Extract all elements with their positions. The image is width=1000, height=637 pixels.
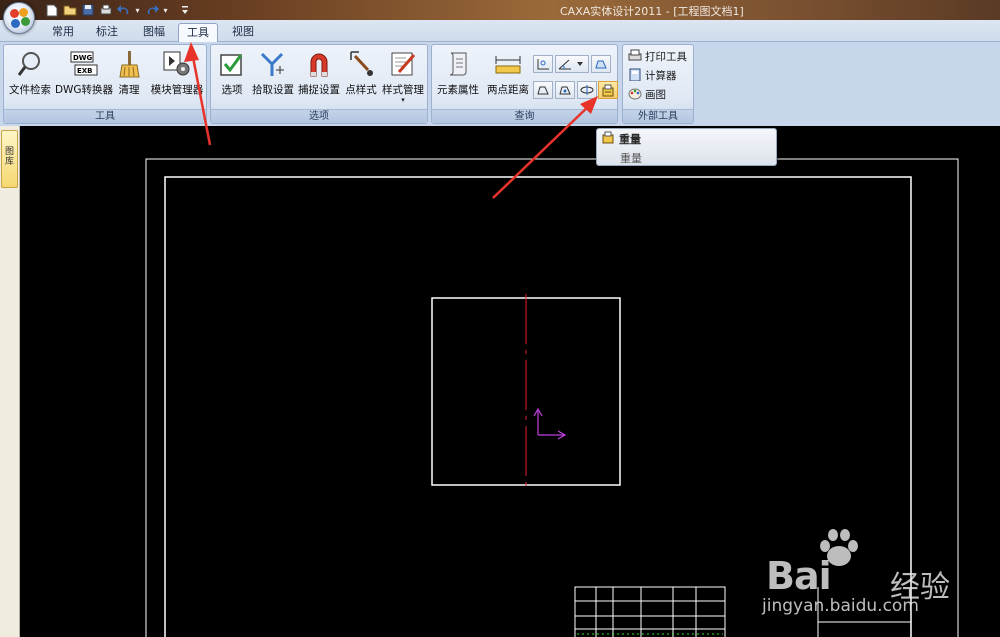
- chevron-down-icon: ▾: [401, 96, 405, 104]
- broom-icon: [114, 49, 144, 79]
- logo-petal-icon: [10, 9, 19, 18]
- quick-access-toolbar: ▾ ▾: [44, 2, 190, 18]
- customize-icon[interactable]: [180, 3, 190, 17]
- chevron-down-icon[interactable]: ▾: [134, 3, 141, 17]
- open-file-icon[interactable]: [62, 3, 77, 17]
- pick-settings-button[interactable]: 拾取设置: [251, 49, 295, 109]
- coordinate-icon[interactable]: [533, 55, 553, 73]
- style-manager-icon: [388, 49, 418, 79]
- magnifier-icon: [15, 49, 45, 79]
- inertia-icon[interactable]: [577, 81, 597, 99]
- watermark-url: jingyan.baidu.com: [762, 596, 919, 616]
- ucs-axis-icon: [533, 407, 567, 440]
- chevron-down-icon[interactable]: ▾: [162, 3, 169, 17]
- weight-icon[interactable]: [598, 81, 618, 99]
- logo-petal-icon: [19, 8, 28, 17]
- printer-icon: [628, 49, 642, 65]
- group-label: 工具: [4, 109, 206, 123]
- logo-petal-icon: [21, 17, 30, 26]
- tooltip-description: 重量: [620, 152, 642, 165]
- tab-annotate[interactable]: 标注: [88, 23, 126, 42]
- tab-tools[interactable]: 工具: [178, 23, 218, 42]
- cleanup-button[interactable]: 清理: [114, 49, 144, 109]
- weight-icon: [601, 131, 615, 147]
- module-gear-icon: [162, 49, 192, 79]
- logo-petal-icon: [11, 19, 20, 28]
- module-manager-button[interactable]: 模块管理器: [148, 49, 206, 109]
- print-tool-button[interactable]: 打印工具: [628, 48, 687, 65]
- two-point-distance-button[interactable]: 两点距离: [484, 49, 532, 109]
- area-icon[interactable]: [591, 55, 611, 73]
- distance-ruler-icon: [493, 49, 523, 79]
- angle-icon[interactable]: [555, 55, 589, 73]
- dwg-exb-icon: DWG EXB: [69, 49, 99, 79]
- checkbox-icon: [217, 49, 247, 79]
- watermark-brand: Bai: [766, 554, 832, 598]
- ribbon-tab-bar: 常用 标注 图幅 工具 视图: [0, 20, 1000, 42]
- perimeter-icon[interactable]: [533, 81, 553, 99]
- svg-text:EXB: EXB: [77, 67, 93, 75]
- calculator-icon: [628, 68, 642, 84]
- magnet-icon: [304, 49, 334, 79]
- centroid-icon[interactable]: [555, 81, 575, 99]
- window-title: CAXA实体设计2011 - [工程图文档1]: [560, 5, 744, 18]
- title-bar: ▾ ▾ CAXA实体设计2011 - [工程图文档1]: [0, 0, 1000, 20]
- group-label: 选项: [211, 109, 427, 123]
- snap-settings-button[interactable]: 捕捉设置: [297, 49, 341, 109]
- pick-filter-icon: [258, 49, 288, 79]
- paint-button[interactable]: 画图: [628, 86, 666, 103]
- element-properties-button[interactable]: 元素属性: [434, 49, 482, 109]
- query-group: 元素属性 两点距离 查询: [431, 44, 618, 124]
- ribbon: 文件检索 DWG EXB DWG转换器 清理 模块管理器 工具 选项 拾取设置 …: [0, 42, 1000, 126]
- print-icon[interactable]: [98, 3, 113, 17]
- style-manager-button[interactable]: 样式管理 ▾: [381, 49, 425, 109]
- side-panel: 图库: [0, 126, 20, 637]
- paint-icon: [628, 87, 642, 103]
- tooltip-title: 重量: [619, 133, 641, 146]
- options-button[interactable]: 选项: [216, 49, 248, 109]
- tools-group: 文件检索 DWG EXB DWG转换器 清理 模块管理器 工具: [3, 44, 207, 124]
- tab-sheet[interactable]: 图幅: [135, 23, 173, 42]
- baidu-watermark: Bai 经验 jingyan.baidu.com: [762, 528, 962, 618]
- dwg-converter-button[interactable]: DWG EXB DWG转换器: [55, 49, 113, 109]
- tab-common[interactable]: 常用: [44, 23, 82, 42]
- weight-tooltip: 重量 重量: [596, 128, 777, 166]
- library-tab[interactable]: 图库: [1, 130, 18, 188]
- point-style-button[interactable]: 点样式: [343, 49, 379, 109]
- calculator-button[interactable]: 计算器: [628, 67, 677, 84]
- file-search-button[interactable]: 文件检索: [7, 49, 53, 109]
- undo-icon[interactable]: [116, 3, 131, 17]
- external-tools-group: 打印工具 计算器 画图 外部工具: [622, 44, 694, 124]
- scroll-icon: [443, 49, 473, 79]
- group-label: 外部工具: [623, 109, 693, 123]
- redo-icon[interactable]: [144, 3, 159, 17]
- svg-text:DWG: DWG: [73, 54, 93, 62]
- save-icon[interactable]: [80, 3, 95, 17]
- point-style-icon: [346, 49, 376, 79]
- tab-view[interactable]: 视图: [224, 23, 262, 42]
- app-menu-button[interactable]: [3, 2, 35, 34]
- group-label: 查询: [432, 109, 617, 123]
- new-file-icon[interactable]: [44, 3, 59, 17]
- options-group: 选项 拾取设置 捕捉设置 点样式 样式管理 ▾ 选项: [210, 44, 428, 124]
